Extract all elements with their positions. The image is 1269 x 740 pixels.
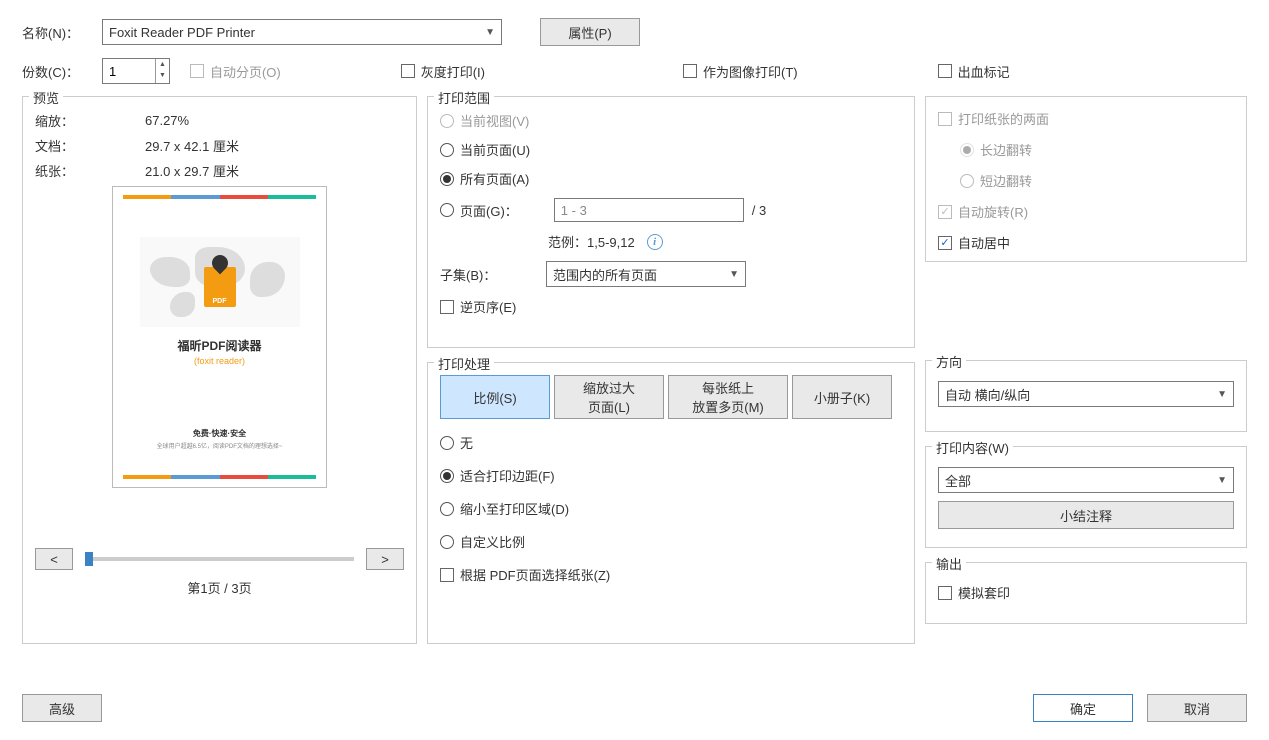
bleed-checkbox[interactable]: 出血标记 bbox=[938, 62, 1010, 81]
collate-checkbox: 自动分页(O) bbox=[190, 62, 281, 81]
preview-title: 福昕PDF阅读器 bbox=[123, 337, 316, 354]
orientation-dropdown[interactable]: 自动 横向/纵向 ▼ bbox=[938, 381, 1234, 407]
preview-foot1: 免费·快速·安全 bbox=[123, 428, 316, 439]
print-range-fieldset: 打印范围 当前视图(V) 当前页面(U) 所有页面(A) 页面(G)： bbox=[427, 96, 915, 348]
page-nav: < > bbox=[35, 548, 404, 570]
prev-page-button[interactable]: < bbox=[35, 548, 73, 570]
zoom-label: 缩放： bbox=[35, 111, 145, 130]
pages-example: 范例：1,5-9,12 bbox=[548, 232, 635, 251]
preview-subtitle: (foxit reader) bbox=[123, 356, 316, 366]
preview-foot2: 全球用户超越6.5亿，阅读PDF文档的理想选择~ bbox=[123, 441, 316, 450]
paper-label: 纸张： bbox=[35, 161, 145, 180]
content-legend: 打印内容(W) bbox=[932, 438, 1013, 457]
doc-value: 29.7 x 42.1 厘米 bbox=[145, 136, 239, 155]
tab-scale[interactable]: 比例(S) bbox=[440, 375, 550, 419]
choose-paper-checkbox[interactable]: 根据 PDF页面选择纸张(Z) bbox=[440, 565, 902, 584]
subset-dropdown[interactable]: 范围内的所有页面 ▼ bbox=[546, 261, 746, 287]
row-printer: 名称(N)： Foxit Reader PDF Printer ▼ 属性(P) bbox=[22, 18, 1247, 46]
spinner-down-icon[interactable]: ▼ bbox=[156, 70, 169, 81]
print-content-fieldset: 打印内容(W) 全部 ▼ 小结注释 bbox=[925, 446, 1247, 548]
subset-label: 子集(B)： bbox=[440, 265, 538, 284]
chevron-down-icon: ▼ bbox=[485, 27, 495, 38]
copies-label: 份数(C)： bbox=[22, 62, 102, 81]
pages-input[interactable] bbox=[554, 198, 744, 222]
preview-legend: 预览 bbox=[29, 88, 63, 107]
simulate-overprint-checkbox[interactable]: 模拟套印 bbox=[938, 583, 1010, 602]
spinner-up-icon[interactable]: ▲ bbox=[156, 59, 169, 70]
next-page-button[interactable]: > bbox=[366, 548, 404, 570]
copies-spinner[interactable]: ▲ ▼ bbox=[102, 58, 170, 84]
range-legend: 打印范围 bbox=[434, 88, 494, 107]
cancel-button[interactable]: 取消 bbox=[1147, 694, 1247, 722]
orientation-fieldset: 方向 自动 横向/纵向 ▼ bbox=[925, 360, 1247, 432]
advanced-button[interactable]: 高级 bbox=[22, 694, 102, 722]
zoom-value: 67.27% bbox=[145, 113, 189, 128]
copies-input[interactable] bbox=[103, 64, 155, 79]
duplex-checkbox: 打印纸张的两面 bbox=[938, 109, 1234, 128]
pdf-icon bbox=[204, 267, 236, 307]
printer-dropdown[interactable]: Foxit Reader PDF Printer ▼ bbox=[102, 19, 502, 45]
radio-custom[interactable]: 自定义比例 bbox=[440, 532, 902, 551]
radio-pages[interactable]: 页面(G)： bbox=[440, 201, 518, 220]
chevron-down-icon: ▼ bbox=[1217, 389, 1227, 400]
page-slider[interactable] bbox=[85, 557, 354, 561]
slider-thumb[interactable] bbox=[85, 552, 93, 566]
radio-fit[interactable]: 适合打印边距(F) bbox=[440, 466, 902, 485]
radio-all-pages[interactable]: 所有页面(A) bbox=[440, 169, 902, 188]
duplex-fieldset: 打印纸张的两面 长边翻转 短边翻转 自动旋转(R) 自动居中 bbox=[925, 96, 1247, 262]
page-info: 第1页 / 3页 bbox=[35, 578, 404, 597]
preview-page: 福昕PDF阅读器 (foxit reader) 免费·快速·安全 全球用户超越6… bbox=[112, 186, 327, 488]
handling-legend: 打印处理 bbox=[434, 354, 494, 373]
tab-booklet[interactable]: 小册子(K) bbox=[792, 375, 892, 419]
radio-none[interactable]: 无 bbox=[440, 433, 902, 452]
auto-center-checkbox[interactable]: 自动居中 bbox=[938, 233, 1234, 252]
chevron-down-icon: ▼ bbox=[1217, 475, 1227, 486]
pages-total: / 3 bbox=[752, 203, 802, 218]
as-image-checkbox[interactable]: 作为图像打印(T) bbox=[683, 62, 798, 81]
print-dialog: 名称(N)： Foxit Reader PDF Printer ▼ 属性(P) … bbox=[0, 0, 1269, 740]
name-label: 名称(N)： bbox=[22, 23, 102, 42]
grayscale-checkbox[interactable]: 灰度打印(I) bbox=[401, 62, 485, 81]
orientation-legend: 方向 bbox=[932, 352, 966, 371]
printer-value: Foxit Reader PDF Printer bbox=[109, 25, 255, 40]
radio-shrink[interactable]: 缩小至打印区域(D) bbox=[440, 499, 902, 518]
output-legend: 输出 bbox=[932, 554, 966, 573]
radio-current-view: 当前视图(V) bbox=[440, 111, 902, 130]
tab-multi[interactable]: 每张纸上 放置多页(M) bbox=[668, 375, 788, 419]
summary-button[interactable]: 小结注释 bbox=[938, 501, 1234, 529]
auto-rotate-checkbox: 自动旋转(R) bbox=[938, 202, 1234, 221]
doc-label: 文档： bbox=[35, 136, 145, 155]
row-copies: 份数(C)： ▲ ▼ 自动分页(O) 灰度打印(I) 作为图像打印(T) 出血标… bbox=[22, 58, 1247, 84]
radio-long-edge: 长边翻转 bbox=[960, 140, 1234, 159]
info-icon[interactable]: i bbox=[647, 234, 663, 250]
radio-short-edge: 短边翻转 bbox=[960, 171, 1234, 190]
content-dropdown[interactable]: 全部 ▼ bbox=[938, 467, 1234, 493]
preview-fieldset: 预览 缩放： 67.27% 文档： 29.7 x 42.1 厘米 纸张： 21.… bbox=[22, 96, 417, 644]
ok-button[interactable]: 确定 bbox=[1033, 694, 1133, 722]
print-handling-fieldset: 打印处理 比例(S) 缩放过大 页面(L) 每张纸上 放置多页(M) 小册子(K… bbox=[427, 362, 915, 644]
paper-value: 21.0 x 29.7 厘米 bbox=[145, 161, 239, 180]
tab-large[interactable]: 缩放过大 页面(L) bbox=[554, 375, 664, 419]
radio-current-page[interactable]: 当前页面(U) bbox=[440, 140, 902, 159]
properties-button[interactable]: 属性(P) bbox=[540, 18, 640, 46]
reverse-checkbox[interactable]: 逆页序(E) bbox=[440, 297, 902, 316]
output-fieldset: 输出 模拟套印 bbox=[925, 562, 1247, 624]
chevron-down-icon: ▼ bbox=[729, 269, 739, 280]
